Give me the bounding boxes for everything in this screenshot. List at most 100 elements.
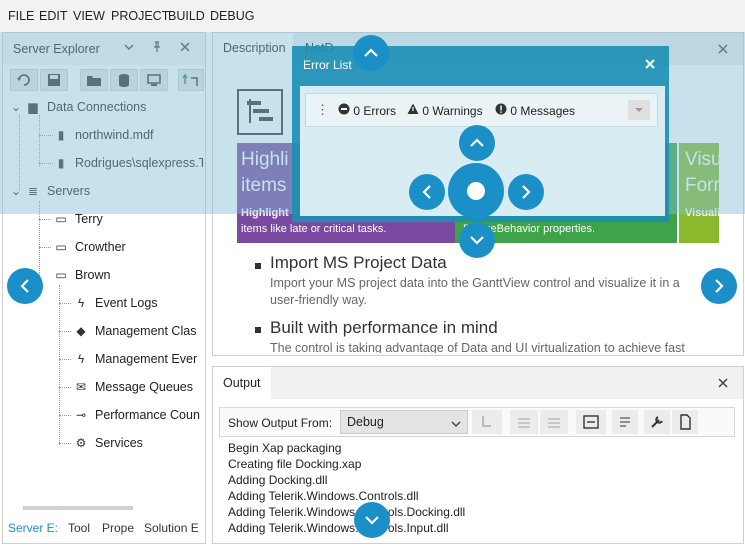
show-output-label: Show Output From: xyxy=(228,416,333,430)
dock-top-button[interactable] xyxy=(459,125,495,161)
horizontal-scrollbar[interactable] xyxy=(23,506,133,510)
tree-connector xyxy=(59,443,71,444)
tree-item-event-logs[interactable]: ϟ Event Logs xyxy=(73,289,203,317)
output-line: Begin Xap packaging xyxy=(228,441,342,455)
error-list-toolbar: ⋮ 0 Errors 0 Warnings 0 Messages xyxy=(305,93,658,127)
dock-fill-icon xyxy=(467,182,485,200)
tab-server-explorer[interactable]: Server E: xyxy=(4,515,68,541)
chevron-up-icon xyxy=(364,48,378,57)
chevron-down-icon xyxy=(470,236,484,245)
document-button[interactable] xyxy=(672,410,698,434)
output-pane: Output Show Output From: Debug Begin Xap… xyxy=(212,366,744,544)
tree-item-services[interactable]: ⚙ Services xyxy=(73,429,203,457)
tree-item-management-events[interactable]: ϟ Management Ever xyxy=(73,345,203,373)
menu-file[interactable]: FILE xyxy=(8,9,34,23)
envelope-icon: ✉ xyxy=(75,380,87,394)
tree-item-performance-counters[interactable]: ⊸ Performance Coun xyxy=(73,401,203,429)
clear-icon xyxy=(583,415,599,429)
warning-icon xyxy=(407,103,419,114)
tree-item-message-queues[interactable]: ✉ Message Queues xyxy=(73,373,203,401)
tree-item-label: Management Ever xyxy=(95,352,198,366)
close-icon[interactable] xyxy=(644,58,656,73)
tab-properties[interactable]: Prope xyxy=(98,515,142,541)
dock-center-button[interactable] xyxy=(448,163,504,219)
tree-item-brown[interactable]: ▭ Brown xyxy=(53,261,203,289)
close-icon[interactable] xyxy=(717,377,729,392)
tree-connector xyxy=(39,247,51,248)
tree-item-label: Brown xyxy=(75,268,111,282)
chevron-down-icon xyxy=(635,108,643,112)
tab-toolbox[interactable]: Tool xyxy=(64,515,102,541)
prev-icon xyxy=(518,418,530,428)
info-icon xyxy=(495,103,507,115)
lightning-icon: ϟ xyxy=(77,352,85,366)
tree-item-label: Crowther xyxy=(75,240,126,254)
bullet-icon xyxy=(255,263,261,269)
key-icon: ⊸ xyxy=(75,408,87,422)
dock-left-outer-button[interactable] xyxy=(7,268,43,304)
dock-right-outer-button[interactable] xyxy=(701,268,737,304)
word-wrap-icon xyxy=(620,417,630,427)
tab-solution-explorer[interactable]: Solution E xyxy=(140,515,208,541)
menu-build[interactable]: BUILD xyxy=(168,9,205,23)
output-line: Adding Telerik.Windows.Controls.dll xyxy=(228,489,419,503)
lightning-icon: ϟ xyxy=(77,296,85,310)
clear-all-button[interactable] xyxy=(576,410,606,434)
menu-edit[interactable]: EDIT xyxy=(39,9,67,23)
error-list-title: Error List xyxy=(303,58,352,72)
feature-description: Import your MS project data into the Gan… xyxy=(270,276,680,290)
word-wrap-button[interactable] xyxy=(612,410,638,434)
chevron-left-icon xyxy=(422,185,431,199)
chevron-left-icon xyxy=(20,279,29,293)
tree-item-label: Event Logs xyxy=(95,296,158,310)
find-icon xyxy=(482,416,491,427)
feature-title: Built with performance in mind xyxy=(270,318,498,337)
output-line: Adding Docking.dll xyxy=(228,473,328,487)
prev-message-button[interactable] xyxy=(510,410,538,434)
warnings-count: 0 Warnings xyxy=(422,104,483,118)
menu-view[interactable]: VIEW xyxy=(73,9,105,23)
dock-left-button[interactable] xyxy=(409,174,445,210)
output-source-value: Debug xyxy=(347,415,384,429)
tree-connector xyxy=(59,285,60,445)
errors-filter[interactable]: 0 Errors xyxy=(338,103,396,118)
grip-icon[interactable]: ⋮ xyxy=(316,102,329,118)
warnings-filter[interactable]: 0 Warnings xyxy=(407,103,483,118)
find-message-button[interactable] xyxy=(472,410,502,434)
tree-item-crowther[interactable]: ▭ Crowther xyxy=(53,233,203,261)
tree-connector xyxy=(59,387,71,388)
error-icon xyxy=(338,103,350,115)
dock-bottom-outer-button[interactable] xyxy=(354,502,390,538)
feature-description: The control is taking advantage of Data … xyxy=(270,341,685,353)
output-source-select[interactable]: Debug xyxy=(340,410,468,434)
messages-filter[interactable]: 0 Messages xyxy=(495,103,575,118)
dock-top-outer-button[interactable] xyxy=(353,35,389,71)
chevron-right-icon xyxy=(715,279,724,293)
next-message-button[interactable] xyxy=(540,410,568,434)
feature-title: Import MS Project Data xyxy=(270,253,447,272)
tree-connector xyxy=(59,359,71,360)
dropdown-button[interactable] xyxy=(628,100,650,120)
output-line: Adding Telerik.Windows.Controls.Input.dl… xyxy=(228,521,449,535)
tree-item-label: Message Queues xyxy=(95,380,193,394)
output-title: Output xyxy=(223,376,261,390)
tree-item-management-classes[interactable]: ◆ Management Clas xyxy=(73,317,203,345)
menu-debug[interactable]: DEBUG xyxy=(210,9,254,23)
gear-icon: ⚙ xyxy=(75,436,87,450)
wrench-icon xyxy=(651,416,663,428)
output-toolbar: Show Output From: Debug xyxy=(219,407,735,437)
output-line: Creating file Docking.xap xyxy=(228,457,362,471)
dock-right-button[interactable] xyxy=(508,174,544,210)
tab-output[interactable]: Output xyxy=(213,367,271,399)
menu-project[interactable]: PROJECT xyxy=(111,9,169,23)
monitor-icon: ▭ xyxy=(55,240,67,254)
wrench-button[interactable] xyxy=(644,410,670,434)
tree-connector xyxy=(59,415,71,416)
menu-bar: FILE EDIT VIEW PROJECT BUILD DEBUG xyxy=(0,0,745,32)
tree-connector xyxy=(59,331,71,332)
output-header: Output xyxy=(213,367,743,399)
monitor-icon: ▭ xyxy=(55,268,67,282)
dock-bottom-button[interactable] xyxy=(459,222,495,258)
messages-count: 0 Messages xyxy=(510,104,576,118)
tree-connector xyxy=(39,219,51,220)
